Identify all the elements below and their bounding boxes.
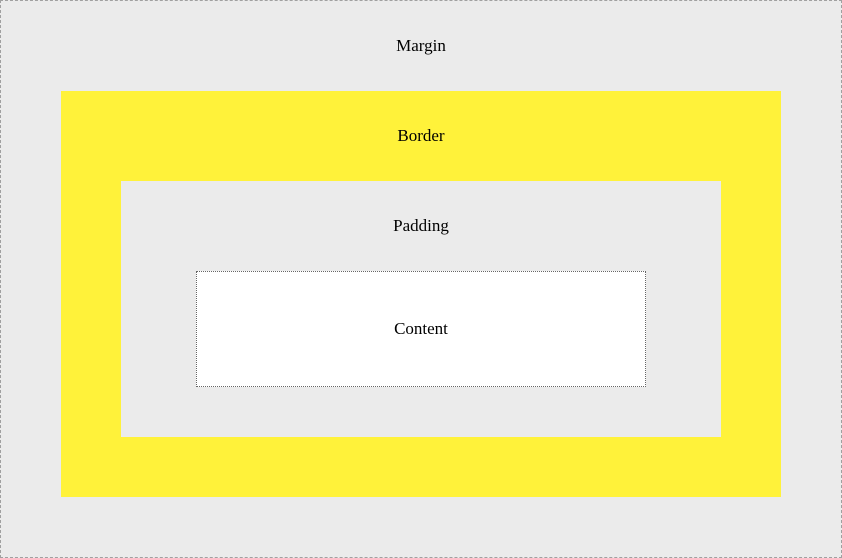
box-model-content: Content bbox=[196, 271, 646, 387]
border-label: Border bbox=[61, 91, 781, 181]
box-model-margin: Margin Border Padding Content bbox=[0, 0, 842, 558]
margin-label: Margin bbox=[1, 1, 841, 91]
box-model-padding: Padding Content bbox=[121, 181, 721, 437]
content-label: Content bbox=[197, 319, 645, 339]
box-model-border: Border Padding Content bbox=[61, 91, 781, 497]
padding-label: Padding bbox=[121, 181, 721, 271]
